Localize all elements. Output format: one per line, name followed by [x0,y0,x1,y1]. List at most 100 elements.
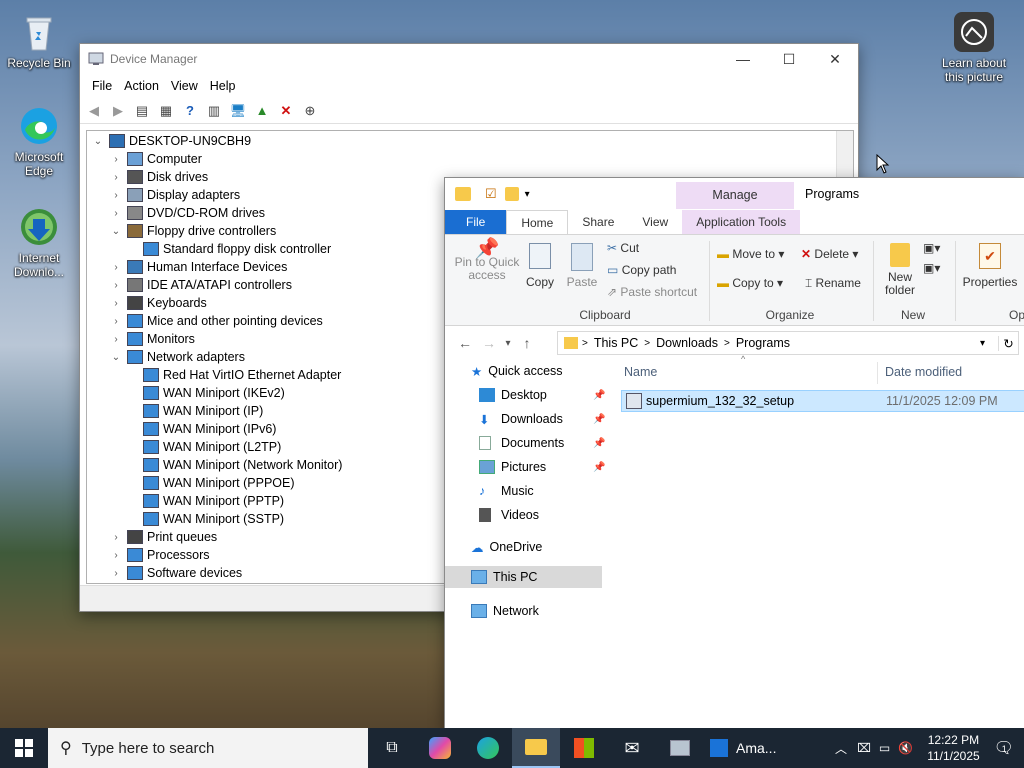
nav-documents[interactable]: Documents 📌 [479,432,605,454]
scan-hardware-icon[interactable]: 🖥 [228,101,248,121]
menu-action[interactable]: Action [118,79,165,93]
refresh-icon[interactable]: ↻ [998,335,1018,351]
tree-item[interactable]: › Monitors [109,330,195,348]
tab-file[interactable]: File [445,210,507,234]
update-list-icon[interactable]: ▦ [156,101,176,121]
copilot-button[interactable] [416,728,464,768]
forward-arrow-icon[interactable]: → [477,335,501,351]
properties-button[interactable]: ✔ Properties [961,243,1019,289]
chevron-right-icon[interactable]: › [109,334,123,345]
amazon-taskbar-button[interactable]: Ama... [704,728,784,768]
delete-button[interactable]: ✕ Delete ▾ [801,247,858,261]
chevron-right-icon[interactable]: › [109,550,123,561]
paste-button[interactable]: Paste [565,243,599,289]
column-divider[interactable] [877,362,878,384]
nav-this-pc[interactable]: This PC [445,566,602,588]
forward-arrow-icon[interactable]: ▶ [108,101,128,121]
tree-item[interactable]: › Human Interface Devices [109,258,287,276]
chevron-right-icon[interactable]: › [109,172,123,183]
tree-item[interactable]: › Keyboards [109,294,207,312]
tree-item[interactable]: › Mice and other pointing devices [109,312,323,330]
chevron-down-icon[interactable]: ⌄ [109,226,123,237]
breadcrumb-downloads[interactable]: Downloads [656,336,718,350]
chevron-right-icon[interactable]: › [109,154,123,165]
tree-item[interactable]: › Display adapters [109,186,240,204]
tree-item[interactable]: › DVD/CD-ROM drives [109,204,265,222]
pin-quick-access-button[interactable]: 📌 Pin to Quick access [453,239,521,282]
copy-button[interactable]: Copy [525,243,555,289]
rename-button[interactable]: ⌶ Rename [805,276,861,291]
file-explorer-taskbar-button[interactable] [512,728,560,768]
chevron-right-icon[interactable]: › [109,298,123,309]
paste-shortcut-button[interactable]: ⇗ Paste shortcut [607,285,697,299]
meet-now-icon[interactable]: ⌧ [857,741,871,755]
desktop-icon-edge[interactable]: Microsoft Edge [1,104,77,178]
close-icon[interactable]: ✕ [812,44,858,74]
chevron-right-icon[interactable]: › [109,190,123,201]
new-item-icon[interactable]: ▣▾ [923,241,940,255]
copy-to-button[interactable]: ▬ Copy to ▾ [717,276,783,290]
desktop-icon-internet-download[interactable]: Internet Downlo... [1,205,77,279]
new-folder-qat-icon[interactable] [504,187,519,201]
nav-desktop[interactable]: Desktop 📌 [479,384,605,406]
device-manager-taskbar-button[interactable] [656,728,704,768]
tree-item[interactable]: WAN Miniport (PPPOE) [143,474,295,492]
nav-videos[interactable]: Videos [479,504,539,526]
properties-sheet-icon[interactable]: ▤ [132,101,152,121]
nav-music[interactable]: ♪ Music [479,480,534,502]
tree-item[interactable]: › Computer [109,150,202,168]
task-view-button[interactable]: ⧉ [368,728,416,768]
tab-application-tools[interactable]: Application Tools [682,210,801,234]
menu-help[interactable]: Help [204,79,242,93]
column-header-name[interactable]: Name [624,365,657,379]
tree-item[interactable]: WAN Miniport (Network Monitor) [143,456,342,474]
tab-home[interactable]: Home [506,210,569,234]
update-driver-icon[interactable]: ▲ [252,101,272,121]
cut-button[interactable]: ✂ Cut [607,241,639,255]
tree-item[interactable]: WAN Miniport (L2TP) [143,438,281,456]
breadcrumb-this-pc[interactable]: This PC [594,336,638,350]
notification-center-icon[interactable]: 🗨 1 [994,738,1014,758]
breadcrumb-programs[interactable]: Programs [736,336,790,350]
menu-file[interactable]: File [86,79,118,93]
view-icon[interactable]: ▥ [204,101,224,121]
nav-downloads[interactable]: ⬇ Downloads 📌 [479,408,605,430]
new-folder-button[interactable]: New folder [881,243,919,297]
clock[interactable]: 12:22 PM 11/1/2025 [927,732,980,764]
copy-path-button[interactable]: ▭ Copy path [607,263,676,277]
mail-taskbar-button[interactable]: ✉ [608,728,656,768]
address-box[interactable]: > This PC > Downloads > Programs ▾ ↻ [557,331,1019,355]
desktop-icon-recycle-bin[interactable]: Recycle Bin [1,10,77,70]
tree-item[interactable]: WAN Miniport (IP) [143,402,263,420]
tree-item[interactable]: Standard floppy disk controller [143,240,331,258]
tree-item[interactable]: › Print queues [109,528,217,546]
chevron-right-icon[interactable]: › [109,208,123,219]
chevron-right-icon[interactable]: › [109,532,123,543]
nav-network[interactable]: Network [471,600,539,622]
store-taskbar-button[interactable] [560,728,608,768]
tree-item[interactable]: ⌄ Floppy drive controllers [109,222,276,240]
up-arrow-icon[interactable]: ↑ [515,335,539,351]
nav-pictures[interactable]: Pictures 📌 [479,456,605,478]
tree-item[interactable]: › IDE ATA/ATAPI controllers [109,276,292,294]
chevron-down-icon[interactable]: ⌄ [109,352,123,363]
nav-quick-access[interactable]: ★ Quick access [471,360,563,382]
tree-item[interactable]: WAN Miniport (PPTP) [143,492,284,510]
network-status-icon[interactable]: ▭ [879,741,890,755]
chevron-right-icon[interactable]: › [109,316,123,327]
column-header-date-modified[interactable]: Date modified [885,365,962,379]
chevron-down-icon[interactable]: ⌄ [91,136,105,147]
uninstall-device-icon[interactable]: ✕ [276,101,296,121]
address-dropdown-icon[interactable]: ▾ [980,338,998,349]
back-arrow-icon[interactable]: ← [453,335,477,351]
show-hidden-icons-chevron-icon[interactable]: ︿ [835,740,847,757]
chevron-right-icon[interactable]: › [109,262,123,273]
tree-item[interactable]: WAN Miniport (IKEv2) [143,384,285,402]
download-driver-icon[interactable]: ⊕ [300,101,320,121]
help-icon[interactable]: ? [180,101,200,121]
volume-muted-icon[interactable]: 🔇 [898,741,913,755]
file-row[interactable]: supermium_132_32_setup 11/1/2025 12:09 P… [621,390,1024,412]
tree-item[interactable]: › Processors [109,546,210,564]
maximize-icon[interactable]: ☐ [766,44,812,74]
menu-view[interactable]: View [165,79,204,93]
